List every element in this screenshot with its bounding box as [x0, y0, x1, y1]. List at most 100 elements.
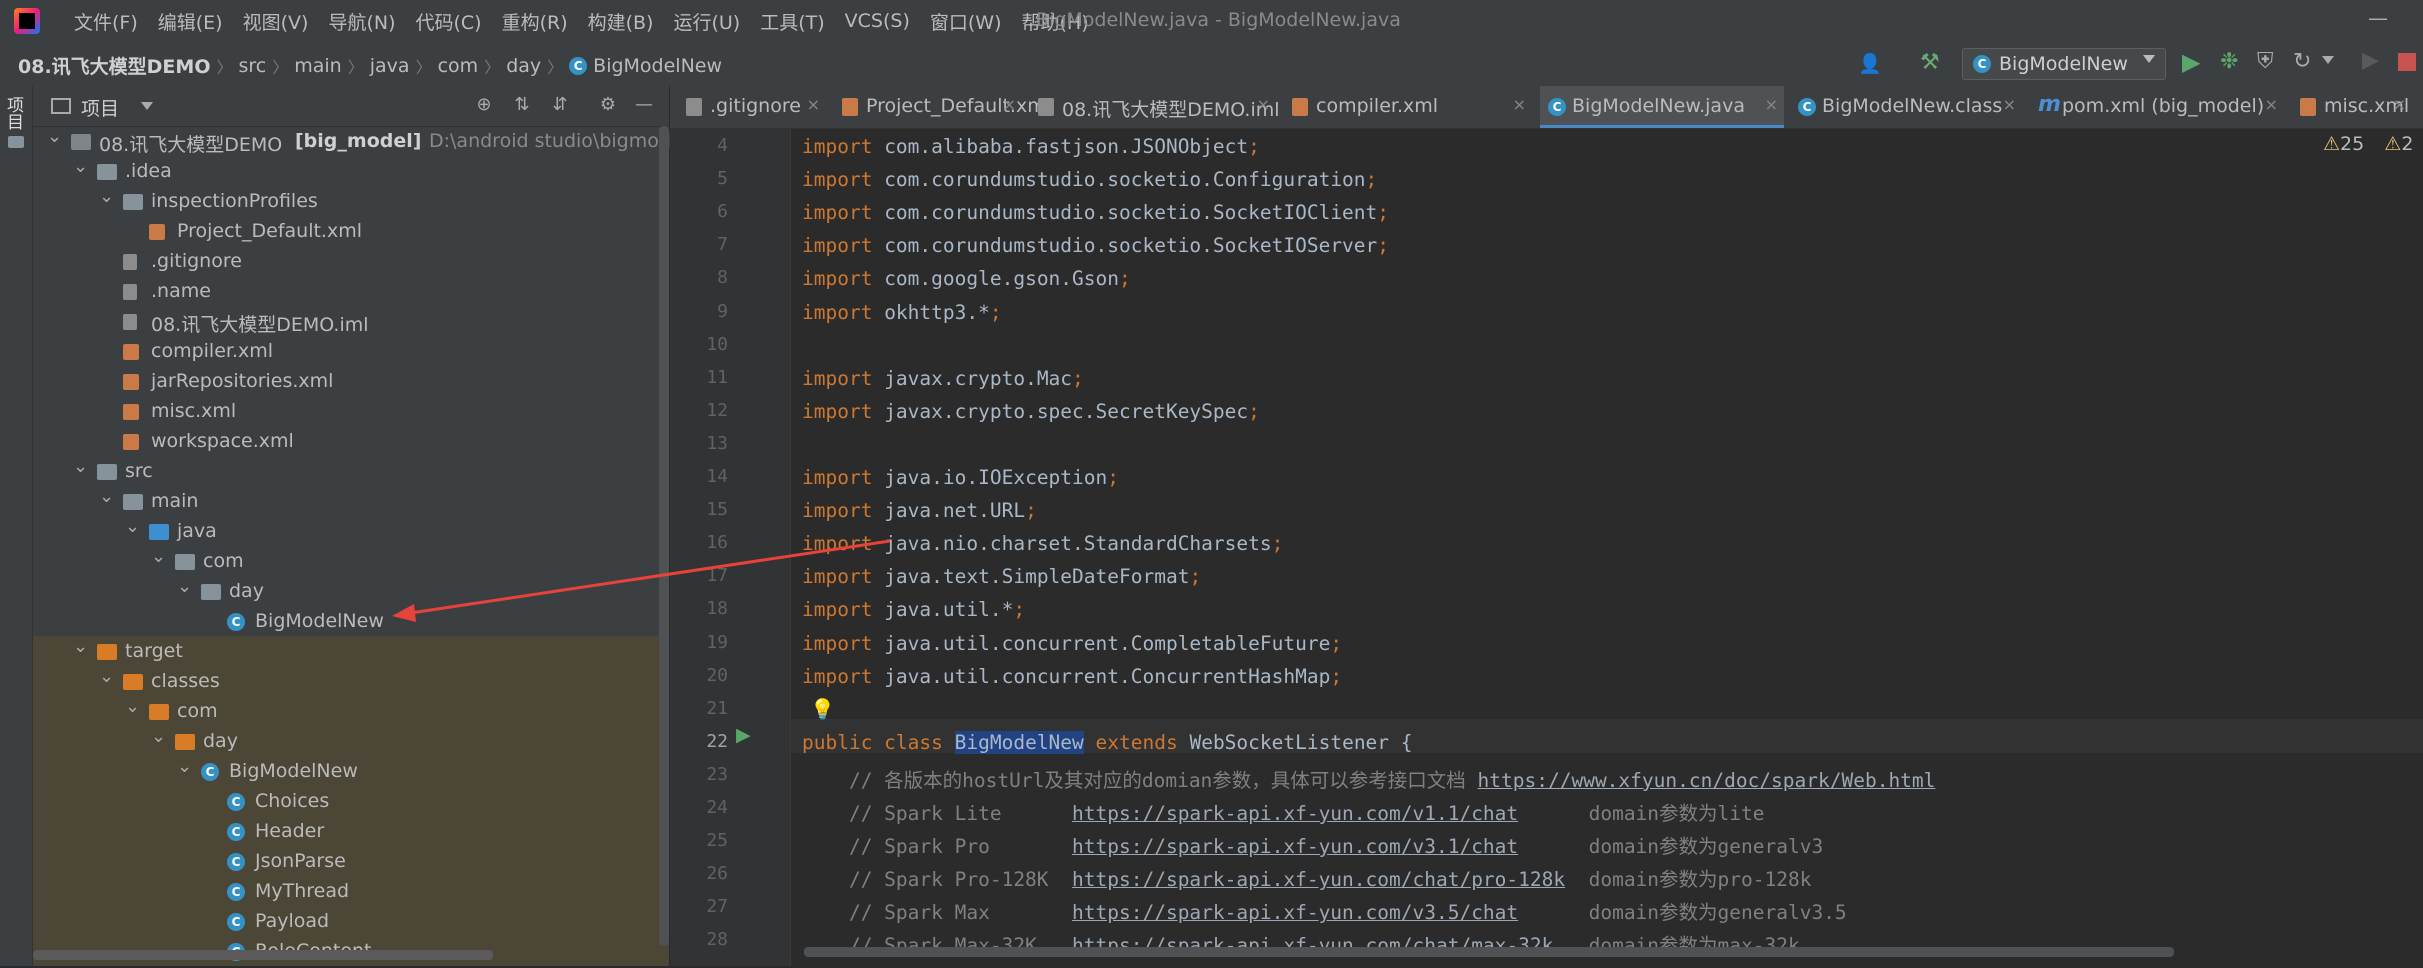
- code-line[interactable]: import com.corundumstudio.socketio.Confi…: [802, 168, 1377, 191]
- code-line[interactable]: import java.nio.charset.StandardCharsets…: [802, 532, 1283, 555]
- collapse-all-icon[interactable]: ⇵: [549, 94, 571, 116]
- close-icon[interactable]: ×: [2003, 95, 2016, 114]
- tree-item[interactable]: ⌄ com: [33, 696, 669, 728]
- breadcrumb-item[interactable]: BigModelNew: [593, 55, 728, 77]
- chevron-down-icon[interactable]: ⌄: [73, 636, 88, 657]
- project-folder-icon[interactable]: [8, 136, 24, 148]
- chevron-down-icon[interactable]: [141, 102, 153, 110]
- run-gutter-icon[interactable]: ▶: [736, 724, 751, 746]
- code-line[interactable]: // Spark Lite https://spark-api.xf-yun.c…: [802, 797, 1765, 826]
- close-icon[interactable]: ×: [807, 95, 820, 114]
- editor-tab[interactable]: Project_Default.xml ×: [834, 86, 1051, 128]
- profiler-icon[interactable]: ↻: [2293, 49, 2311, 74]
- tree-item[interactable]: jarRepositories.xml: [33, 368, 669, 398]
- tree-item[interactable]: ⌄ java: [33, 516, 669, 548]
- breadcrumb-item[interactable]: java: [370, 55, 416, 77]
- tree-vertical-scrollbar[interactable]: [659, 126, 669, 946]
- tree-item[interactable]: ⌄ C BigModelNew: [33, 756, 669, 788]
- menu-item[interactable]: 窗口(W): [920, 8, 1012, 35]
- close-icon[interactable]: ×: [1003, 95, 1016, 114]
- editor-tab[interactable]: compiler.xml ×: [1284, 86, 1532, 128]
- chevron-down-icon[interactable]: ⌄: [47, 126, 62, 147]
- close-icon[interactable]: ×: [1513, 95, 1526, 114]
- editor-tab[interactable]: .gitignore ×: [678, 86, 826, 128]
- editor-horizontal-scrollbar[interactable]: [804, 947, 2174, 957]
- menu-item[interactable]: 重构(R): [492, 8, 578, 35]
- tree-item[interactable]: .name: [33, 278, 669, 308]
- tree-item[interactable]: ⌄ day: [33, 726, 669, 758]
- tree-horizontal-scrollbar[interactable]: [33, 950, 493, 960]
- menu-item[interactable]: 运行(U): [663, 8, 750, 35]
- code-line[interactable]: import com.corundumstudio.socketio.Socke…: [802, 201, 1389, 224]
- chevron-down-icon[interactable]: [2322, 56, 2334, 64]
- close-icon[interactable]: ×: [2393, 95, 2406, 114]
- tree-item[interactable]: misc.xml: [33, 398, 669, 428]
- menu-item[interactable]: 构建(B): [578, 8, 664, 35]
- code-line[interactable]: // 各版本的hostUrl及其对应的domian参数，具体可以参考接口文档 h…: [802, 764, 1935, 793]
- chevron-down-icon[interactable]: ⌄: [99, 666, 114, 687]
- code-line[interactable]: import javax.crypto.spec.SecretKeySpec;: [802, 400, 1260, 423]
- tree-item[interactable]: workspace.xml: [33, 428, 669, 458]
- tree-item[interactable]: ⌄ inspectionProfiles: [33, 186, 669, 218]
- build-hammer-icon[interactable]: ⚒: [1920, 50, 1940, 75]
- breadcrumb-item[interactable]: day: [506, 55, 547, 77]
- expand-all-icon[interactable]: ⇅: [511, 94, 533, 116]
- run-configuration-select[interactable]: C BigModelNew: [1962, 48, 2166, 80]
- breadcrumb-item[interactable]: src: [238, 55, 272, 77]
- chevron-down-icon[interactable]: ⌄: [125, 696, 140, 717]
- editor-tab[interactable]: misc.xml ×: [2292, 86, 2412, 128]
- menu-item[interactable]: 工具(T): [750, 8, 834, 35]
- chevron-down-icon[interactable]: ⌄: [177, 576, 192, 597]
- minimize-icon[interactable]: —: [2368, 6, 2388, 30]
- tree-item[interactable]: ⌄ target: [33, 636, 669, 668]
- tree-item[interactable]: 08.讯飞大模型DEMO.iml: [33, 308, 669, 338]
- chevron-down-icon[interactable]: ⌄: [73, 456, 88, 477]
- chevron-down-icon[interactable]: ⌄: [73, 156, 88, 177]
- chevron-down-icon[interactable]: ⌄: [177, 756, 192, 777]
- chevron-down-icon[interactable]: ⌄: [151, 546, 166, 567]
- tree-item[interactable]: ⌄ .idea: [33, 156, 669, 188]
- code-line[interactable]: import java.util.*;: [802, 598, 1025, 621]
- chevron-down-icon[interactable]: ⌄: [151, 726, 166, 747]
- tree-item[interactable]: ⌄ com: [33, 546, 669, 578]
- code-line[interactable]: import java.text.SimpleDateFormat;: [802, 565, 1201, 588]
- code-line[interactable]: import java.io.IOException;: [802, 466, 1119, 489]
- tree-item[interactable]: C Header: [33, 818, 669, 848]
- tree-item[interactable]: C JsonParse: [33, 848, 669, 878]
- code-line[interactable]: import okhttp3.*;: [802, 301, 1002, 324]
- close-icon[interactable]: ×: [2265, 95, 2278, 114]
- stop-icon[interactable]: [2398, 53, 2416, 71]
- code-line[interactable]: import java.net.URL;: [802, 499, 1037, 522]
- tree-item[interactable]: .gitignore: [33, 248, 669, 278]
- debug-icon[interactable]: ❉: [2220, 49, 2238, 74]
- code-line[interactable]: import com.corundumstudio.socketio.Socke…: [802, 234, 1389, 257]
- menu-item[interactable]: VCS(S): [835, 10, 920, 32]
- inspection-widget[interactable]: ⚠25 ⚠2: [2323, 133, 2413, 155]
- tree-item[interactable]: ⌄ src: [33, 456, 669, 488]
- hide-panel-icon[interactable]: —: [633, 94, 655, 116]
- editor-tab[interactable]: m pom.xml (big_model) ×: [2030, 86, 2284, 128]
- chevron-down-icon[interactable]: ⌄: [99, 186, 114, 207]
- editor-tab[interactable]: 08.讯飞大模型DEMO.iml ×: [1030, 86, 1280, 128]
- tree-item[interactable]: ⌄ main: [33, 486, 669, 518]
- code-line[interactable]: import com.alibaba.fastjson.JSONObject;: [802, 135, 1260, 158]
- code-line[interactable]: import javax.crypto.Mac;: [802, 367, 1084, 390]
- editor-tab[interactable]: C BigModelNew.class ×: [1790, 86, 2022, 128]
- close-icon[interactable]: ×: [1257, 95, 1270, 114]
- code-line[interactable]: // Spark Pro-128K https://spark-api.xf-y…: [802, 863, 1812, 892]
- tree-item[interactable]: ⌄ 08.讯飞大模型DEMO [big_model] D:\android studi…: [33, 126, 723, 158]
- breadcrumb-item[interactable]: main: [294, 55, 347, 77]
- user-icon[interactable]: 👤: [1858, 52, 1882, 75]
- tree-item[interactable]: compiler.xml: [33, 338, 669, 368]
- project-side-tab[interactable]: 项目: [3, 96, 26, 130]
- chevron-down-icon[interactable]: ⌄: [125, 516, 140, 537]
- menu-item[interactable]: 视图(V): [233, 8, 319, 35]
- chevron-down-icon[interactable]: ⌄: [99, 486, 114, 507]
- tree-item[interactable]: C BigModelNew: [33, 608, 669, 638]
- close-icon[interactable]: ×: [1765, 95, 1778, 114]
- code-line[interactable]: import java.util.concurrent.ConcurrentHa…: [802, 665, 1342, 688]
- tree-item[interactable]: C Payload: [33, 908, 669, 938]
- editor-tab[interactable]: C BigModelNew.java ×: [1540, 86, 1784, 128]
- code-line[interactable]: import java.util.concurrent.CompletableF…: [802, 632, 1342, 655]
- lightbulb-icon[interactable]: 💡: [810, 697, 835, 721]
